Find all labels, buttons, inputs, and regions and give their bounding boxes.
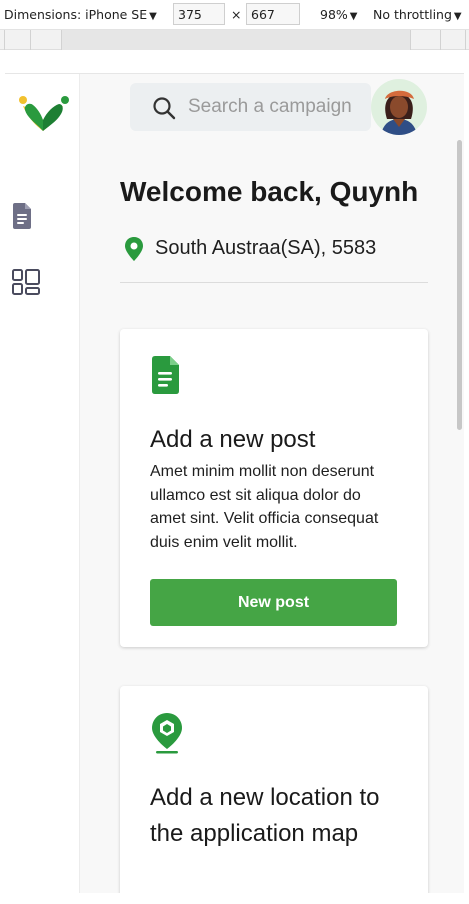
sidebar-item-dashboard[interactable]	[11, 268, 41, 295]
add-post-card: Add a new post Amet minim mollit non des…	[120, 329, 428, 647]
chevron-down-icon: ▼	[349, 11, 358, 22]
ruler-tick	[440, 30, 441, 50]
user-avatar-image	[381, 90, 417, 135]
document-icon	[13, 203, 31, 229]
avatar[interactable]	[371, 79, 427, 135]
search-box[interactable]	[130, 83, 371, 131]
ruler-segment	[62, 30, 410, 50]
ruler-tick	[410, 30, 411, 50]
device-viewport: Welcome back, Quynh South Austraa(SA), 5…	[5, 73, 464, 893]
throttle-label: No throttling	[373, 7, 452, 22]
add-location-card: Add a new location to the application ma…	[120, 686, 428, 893]
search-icon	[153, 97, 176, 120]
dimension-times: ×	[231, 7, 242, 22]
location-text: South Austraa(SA), 5583	[155, 237, 377, 259]
device-select[interactable]: Dimensions: iPhone SE ▼	[4, 7, 157, 22]
height-field[interactable]: 667	[246, 3, 300, 25]
throttle-select[interactable]: No throttling ▼	[373, 7, 462, 22]
chevron-down-icon: ▼	[149, 11, 157, 22]
logo	[19, 96, 69, 131]
app-logo[interactable]	[15, 94, 71, 134]
page-title: Welcome back, Quynh	[120, 176, 419, 207]
chevron-down-icon: ▼	[453, 11, 462, 22]
card-description: Amet minim mollit non deserunt ullamco e…	[150, 463, 379, 551]
ruler-tick	[61, 30, 62, 50]
search-input[interactable]	[188, 93, 366, 121]
ruler-tick	[4, 30, 5, 50]
sidebar	[5, 74, 80, 893]
card-title: Add a new post	[150, 426, 316, 453]
sidebar-item-posts[interactable]	[11, 202, 37, 229]
dashboard-icon	[12, 269, 40, 295]
map-location-icon	[150, 712, 184, 759]
post-document-icon	[150, 355, 180, 400]
new-post-button[interactable]: New post	[150, 579, 397, 626]
zoom-select[interactable]: 98% ▼	[320, 7, 358, 22]
devtools-toolbar: Dimensions: iPhone SE ▼ 375 × 667 98% ▼ No…	[0, 0, 469, 30]
scrollbar[interactable]	[457, 140, 462, 430]
media-query-ruler	[0, 30, 469, 50]
device-label: Dimensions: iPhone SE	[4, 7, 148, 22]
divider	[120, 282, 428, 283]
location-pin-icon	[125, 237, 143, 261]
ruler-tick	[30, 30, 31, 50]
card-title: Add a new location to the application ma…	[150, 784, 380, 847]
width-field[interactable]: 375	[173, 3, 225, 25]
ruler-tick	[465, 30, 466, 50]
zoom-label: 98%	[320, 7, 348, 22]
